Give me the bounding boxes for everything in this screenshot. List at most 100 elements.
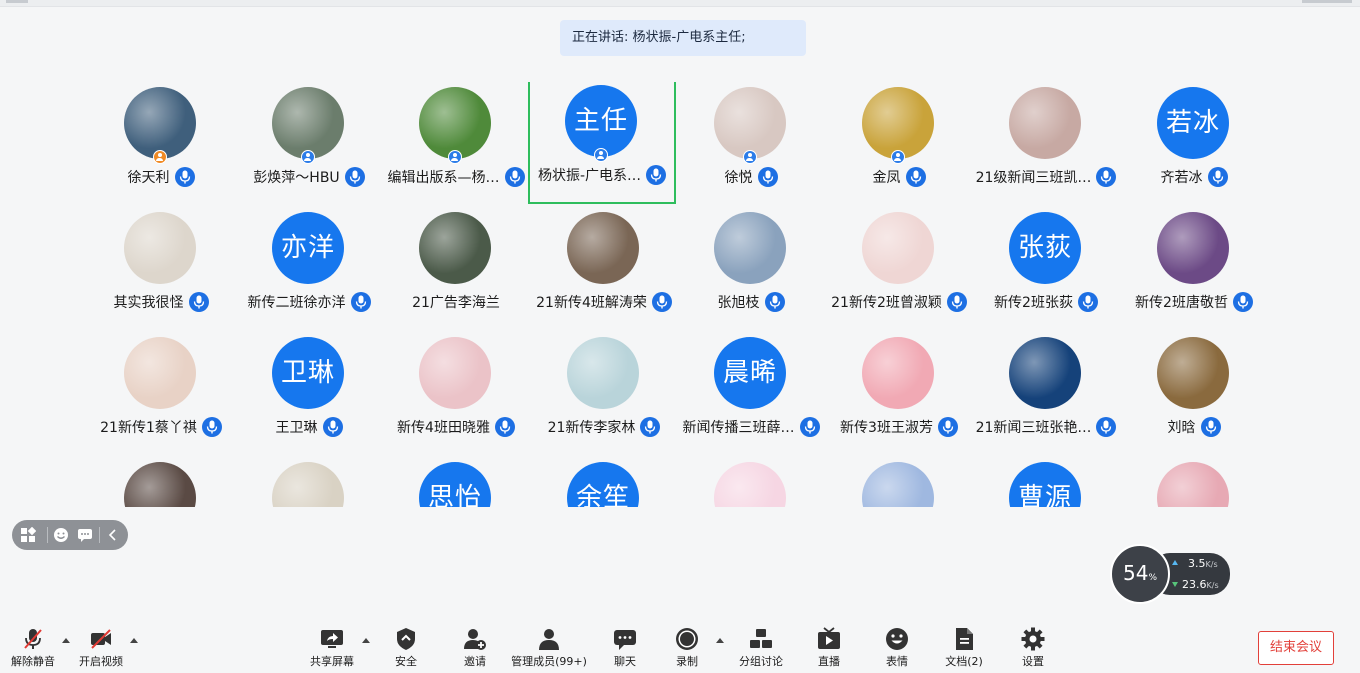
share-screen-label: 共享屏幕 — [310, 655, 354, 668]
breakout-rooms-label: 分组讨论 — [739, 655, 783, 668]
participant-tile[interactable]: 若冰 齐若冰 — [1120, 82, 1268, 206]
participant-tile[interactable]: 主任 杨状振-广电系… — [528, 82, 676, 204]
shield-icon — [397, 628, 415, 650]
participant-grid[interactable]: 徐天利 彭焕萍～HBU 编辑出版系—杨… 主任 杨状振-广电系… 徐悦 金凤 21级新闻三班凯… — [87, 82, 1282, 507]
participant-tile[interactable]: 21新传1蔡丫祺 — [87, 332, 235, 456]
invite-label: 邀请 — [464, 655, 486, 668]
chat-bubble-icon[interactable] — [77, 527, 93, 543]
microphone-icon — [1077, 292, 1098, 312]
participant-tile[interactable]: 金凤 — [825, 82, 973, 206]
participant-name-row: 21新传李家林 — [530, 416, 678, 438]
meeting-toolbar: 解除静音 开启视频 共享屏幕 安全 邀请 管理成员(99+) 聊天 录制 分组讨… — [0, 618, 1360, 673]
participant-name-row: 新闻传播三班薛… — [677, 416, 825, 438]
participant-tile[interactable]: 张荻 新传2班张荻 — [972, 207, 1120, 331]
participant-avatar — [1157, 462, 1229, 507]
chat-button[interactable]: 聊天 — [604, 618, 646, 673]
collapse-chevron-icon[interactable] — [105, 527, 121, 543]
download-unit: K/s — [1206, 581, 1219, 590]
record-options-caret-icon[interactable] — [716, 638, 724, 643]
participant-tile[interactable]: 刘晗 — [1120, 332, 1268, 456]
participant-avatar: 亦洋 — [272, 212, 344, 284]
participant-tile[interactable]: 卫琳 王卫琳 — [235, 332, 383, 456]
participant-name: 徐悦 — [724, 170, 753, 186]
toolbar-divider — [47, 527, 48, 543]
participant-tile[interactable] — [677, 457, 825, 507]
share-screen-button[interactable]: 共享屏幕 — [305, 618, 359, 673]
participant-tile[interactable]: 晨晞 新闻传播三班薛… — [677, 332, 825, 456]
participant-tile[interactable]: 徐天利 — [87, 82, 235, 206]
microphone-icon — [504, 167, 525, 187]
window-top-edge — [0, 0, 1360, 7]
end-meeting-button[interactable]: 结束会议 — [1258, 631, 1334, 665]
participant-name: 其实我很怪 — [113, 295, 184, 311]
participant-tile[interactable]: 彭焕萍～HBU — [235, 82, 383, 206]
participant-tile[interactable]: 徐悦 — [677, 82, 825, 206]
participant-tile[interactable]: 其实我很怪 — [87, 207, 235, 331]
participant-name-row: 新传3班王淑芳 — [825, 416, 973, 438]
floating-view-toolbar[interactable] — [12, 520, 128, 550]
participant-tile[interactable]: 思怡 — [382, 457, 530, 507]
participant-tile[interactable]: 曹源 — [972, 457, 1120, 507]
participant-tile[interactable]: 21广告李海兰 — [382, 207, 530, 331]
emoji-icon[interactable] — [53, 527, 69, 543]
security-button[interactable]: 安全 — [385, 618, 427, 673]
gallery-view-icon[interactable] — [20, 527, 36, 543]
settings-button[interactable]: 设置 — [1012, 618, 1054, 673]
breakout-rooms-button[interactable]: 分组讨论 — [736, 618, 786, 673]
participant-name: 编辑出版系—杨… — [387, 170, 500, 186]
participant-tile[interactable]: 张旭枝 — [677, 207, 825, 331]
reactions-button[interactable]: 表情 — [876, 618, 918, 673]
window-control-right[interactable] — [1302, 0, 1352, 3]
download-speed: 23.6 — [1182, 578, 1207, 591]
participant-tile[interactable] — [235, 457, 383, 507]
participant-tile[interactable]: 21级新闻三班凯… — [972, 82, 1120, 206]
participant-avatar — [124, 337, 196, 409]
participant-avatar — [419, 212, 491, 284]
unmute-button[interactable]: 解除静音 — [8, 618, 58, 673]
participant-name-row: 徐天利 — [87, 166, 235, 188]
network-status[interactable]: 54% 3.5K/s 23.6K/s — [1110, 544, 1230, 606]
participant-avatar — [862, 337, 934, 409]
record-button[interactable]: 录制 — [666, 618, 708, 673]
manage-members-button[interactable]: 管理成员(99+) — [510, 618, 588, 673]
participant-name-row: 新传2班唐敬哲 — [1120, 291, 1268, 313]
audio-options-caret-icon[interactable] — [62, 638, 70, 643]
participant-name: 21新传4班解涛荣 — [536, 295, 647, 311]
participant-name: 21新传李家林 — [547, 420, 636, 436]
microphone-icon — [946, 292, 967, 312]
participant-name: 徐天利 — [127, 170, 170, 186]
role-badge-icon — [891, 150, 905, 164]
share-screen-icon — [321, 630, 343, 648]
invite-button[interactable]: 邀请 — [454, 618, 496, 673]
participant-tile[interactable]: 亦洋 新传二班徐亦洋 — [235, 207, 383, 331]
participant-avatar — [1009, 337, 1081, 409]
participant-tile[interactable]: 21新传李家林 — [530, 332, 678, 456]
start-video-button[interactable]: 开启视频 — [75, 618, 127, 673]
window-control-left[interactable] — [6, 0, 28, 3]
participant-tile[interactable]: 21新闻三班张艳… — [972, 332, 1120, 456]
participant-tile[interactable]: 21新传2班曾淑颖 — [825, 207, 973, 331]
video-options-caret-icon[interactable] — [130, 638, 138, 643]
chat-label: 聊天 — [614, 655, 636, 668]
participant-tile[interactable]: 21新传4班解涛荣 — [530, 207, 678, 331]
participant-tile[interactable]: 新传4班田晓雅 — [382, 332, 530, 456]
share-options-caret-icon[interactable] — [362, 638, 370, 643]
document-icon — [956, 628, 973, 650]
upload-arrow-icon — [1172, 560, 1178, 565]
documents-button[interactable]: 文档(2) — [940, 618, 988, 673]
participant-tile[interactable]: 新传2班唐敬哲 — [1120, 207, 1268, 331]
participant-avatar: 主任 — [565, 85, 637, 157]
participant-tile[interactable]: 余笙 — [530, 457, 678, 507]
microphone-icon — [1096, 167, 1117, 187]
live-stream-button[interactable]: 直播 — [808, 618, 850, 673]
participant-tile[interactable]: 新传3班王淑芳 — [825, 332, 973, 456]
participant-tile[interactable] — [1120, 457, 1268, 507]
upload-unit: K/s — [1205, 560, 1218, 569]
participant-avatar — [862, 212, 934, 284]
participant-tile[interactable]: 编辑出版系—杨… — [382, 82, 530, 206]
reactions-label: 表情 — [886, 655, 908, 668]
participant-tile[interactable] — [87, 457, 235, 507]
participant-tile[interactable] — [825, 457, 973, 507]
participant-name: 新传2班唐敬哲 — [1135, 295, 1228, 311]
participant-avatar — [1157, 212, 1229, 284]
